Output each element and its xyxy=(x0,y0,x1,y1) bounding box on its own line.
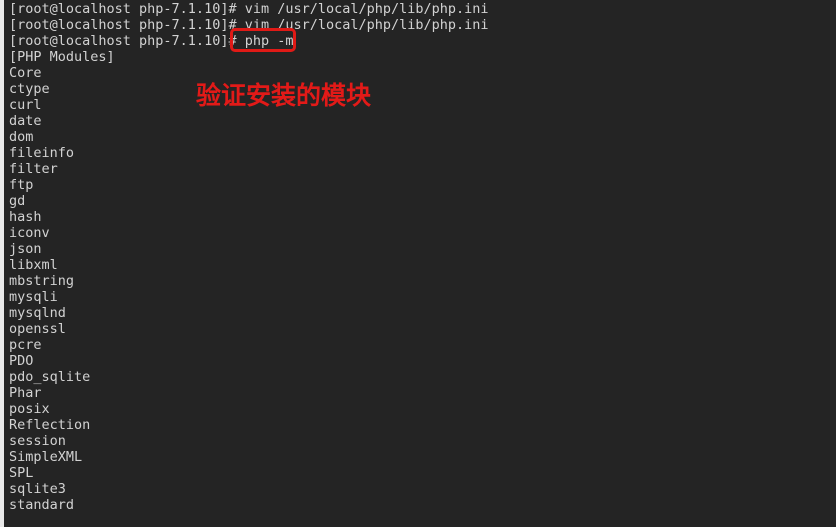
terminal-line: pcre xyxy=(9,337,42,353)
terminal-line: Phar xyxy=(9,385,42,401)
terminal-line: Core xyxy=(9,65,42,81)
terminal-line: session xyxy=(9,433,66,449)
terminal-line: sqlite3 xyxy=(9,481,66,497)
terminal-line: [root@localhost php-7.1.10]# php -m xyxy=(9,33,294,49)
terminal-line: libxml xyxy=(9,257,58,273)
terminal-line: openssl xyxy=(9,321,66,337)
terminal-line: standard xyxy=(9,497,75,513)
terminal-output[interactable]: [root@localhost php-7.1.10]# vim /usr/lo… xyxy=(9,0,836,527)
terminal-line: SimpleXML xyxy=(9,449,83,465)
terminal-line: ctype xyxy=(9,81,50,97)
terminal-line: [root@localhost php-7.1.10]# vim /usr/lo… xyxy=(9,17,489,33)
terminal-line: gd xyxy=(9,193,26,209)
terminal-line: json xyxy=(9,241,42,257)
terminal-line: curl xyxy=(9,97,42,113)
annotation-label: 验证安装的模块 xyxy=(196,81,372,110)
terminal-line: iconv xyxy=(9,225,50,241)
terminal-line: mysqlnd xyxy=(9,305,66,321)
terminal-line: [root@localhost php-7.1.10]# vim /usr/lo… xyxy=(9,1,489,17)
terminal-line: [PHP Modules] xyxy=(9,49,115,65)
terminal-line: posix xyxy=(9,401,50,417)
terminal-line: date xyxy=(9,113,42,129)
terminal-line: ftp xyxy=(9,177,34,193)
terminal-window[interactable]: [root@localhost php-7.1.10]# vim /usr/lo… xyxy=(0,0,836,527)
terminal-line: mysqli xyxy=(9,289,58,305)
terminal-line: mbstring xyxy=(9,273,75,289)
terminal-line: pdo_sqlite xyxy=(9,369,91,385)
window-left-edge xyxy=(0,0,4,527)
terminal-line: fileinfo xyxy=(9,145,75,161)
terminal-line: PDO xyxy=(9,353,34,369)
terminal-line: SPL xyxy=(9,465,34,481)
terminal-line: Reflection xyxy=(9,417,91,433)
terminal-line: dom xyxy=(9,129,34,145)
terminal-line: hash xyxy=(9,209,42,225)
terminal-line: filter xyxy=(9,161,58,177)
